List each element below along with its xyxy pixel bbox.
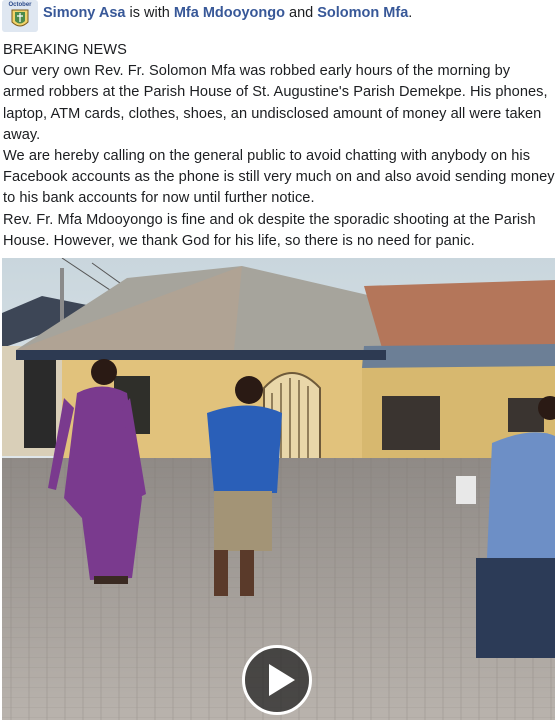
- play-icon: [269, 664, 295, 696]
- svg-text:October: October: [8, 2, 32, 8]
- avatar[interactable]: October: [2, 0, 38, 32]
- post-paragraph: Our very own Rev. Fr. Solomon Mfa was ro…: [3, 63, 548, 143]
- period: .: [408, 5, 413, 21]
- post-body: BREAKING NEWS Our very own Rev. Fr. Solo…: [3, 40, 555, 252]
- post-headline: BREAKING NEWS: [3, 42, 127, 58]
- author-link[interactable]: Simony Asa: [43, 5, 125, 21]
- post-paragraph: We are hereby calling on the general pub…: [3, 148, 555, 207]
- tagged-user-link[interactable]: Solomon Mfa: [317, 5, 408, 21]
- and-text: and: [289, 5, 314, 21]
- post-paragraph: Rev. Fr. Mfa Mdooyongo is fine and ok de…: [3, 211, 536, 249]
- parish-logo-icon: October: [2, 0, 38, 32]
- with-text: is with: [129, 5, 170, 21]
- post-header: October Simony Asa is with Mfa Mdooyongo…: [0, 0, 558, 34]
- play-button[interactable]: [242, 645, 312, 715]
- post-attribution: Simony Asa is with Mfa Mdooyongo and Sol…: [43, 5, 412, 21]
- tagged-user-link[interactable]: Mfa Mdooyongo: [174, 5, 285, 21]
